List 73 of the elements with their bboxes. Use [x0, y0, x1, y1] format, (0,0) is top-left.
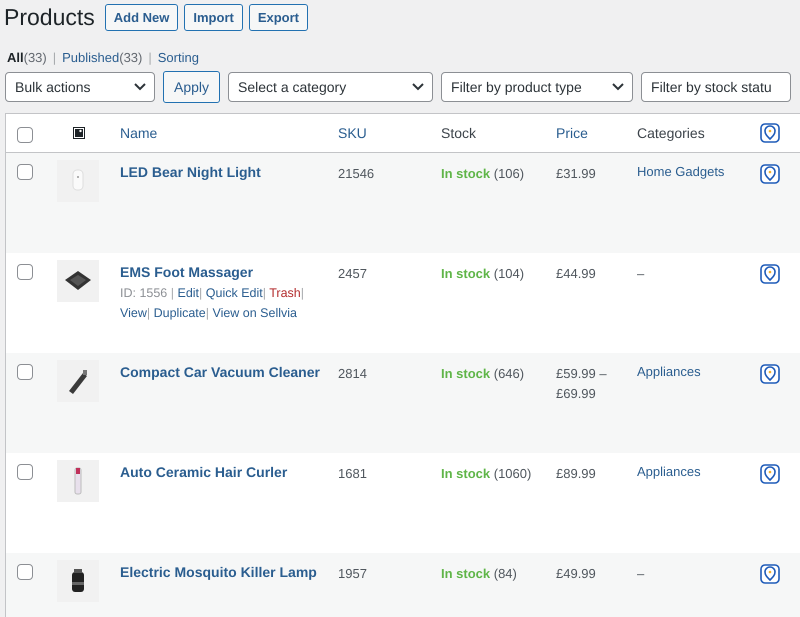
pin-icon[interactable]	[760, 564, 780, 584]
separator: |	[199, 286, 202, 300]
price-text: £31.99	[556, 165, 596, 183]
categories-column-header: Categories	[637, 125, 705, 141]
price-text: £59.99 – £69.99	[556, 365, 608, 403]
view-filter-link[interactable]: Sorting	[158, 50, 199, 64]
chevron-down-icon	[412, 83, 424, 91]
pin-icon[interactable]	[760, 164, 780, 184]
view-filter-link[interactable]: Published(33)	[62, 50, 142, 64]
row-action-link[interactable]: View on Sellvia	[212, 306, 298, 320]
bulk-actions-dropdown[interactable]: Bulk actions	[5, 72, 155, 102]
category-link[interactable]: Appliances	[637, 364, 701, 379]
separator: |	[262, 286, 266, 300]
filter-dropdown[interactable]: Select a category	[228, 72, 434, 102]
name-column-header[interactable]: Name	[120, 125, 158, 141]
product-id: ID: 1556	[120, 286, 168, 300]
row-checkbox[interactable]	[17, 564, 33, 580]
page-title: Products	[4, 4, 95, 30]
row-checkbox[interactable]	[17, 464, 33, 480]
empty-category-dash: –	[637, 565, 644, 583]
stock-status-text: In stock (84)	[441, 565, 517, 583]
sku-text: 1957	[338, 565, 367, 583]
stock-status-text: In stock (106)	[441, 165, 524, 183]
header-button[interactable]: Add New	[104, 4, 178, 30]
row-action-link[interactable]: Quick Edit	[206, 286, 263, 300]
image-icon	[73, 127, 85, 139]
view-filter-link[interactable]: All(33)	[7, 50, 47, 64]
row-checkbox[interactable]	[17, 264, 33, 280]
price-text: £44.99	[556, 265, 596, 283]
price-text: £49.99	[556, 565, 596, 583]
chevron-down-icon	[134, 83, 146, 91]
sku-text: 2457	[338, 265, 367, 283]
price-text: £89.99	[556, 465, 596, 483]
stock-status-text: In stock (1060)	[441, 465, 532, 483]
empty-category-dash: –	[637, 265, 644, 283]
sku-text: 21546	[338, 165, 374, 183]
pin-icon[interactable]	[760, 264, 780, 284]
product-name-link[interactable]: EMS Foot Massager	[120, 264, 254, 280]
row-checkbox[interactable]	[17, 364, 33, 380]
product-name-link[interactable]: LED Bear Night Light	[120, 164, 261, 180]
apply-button[interactable]: Apply	[163, 71, 220, 103]
header-button[interactable]: Export	[248, 4, 308, 30]
row-action-link[interactable]: Duplicate	[154, 306, 206, 320]
separator: |	[146, 306, 150, 320]
product-name-link[interactable]: Auto Ceramic Hair Curler	[120, 464, 288, 480]
pin-icon[interactable]	[760, 464, 780, 484]
stock-status-text: In stock (646)	[441, 365, 524, 383]
chevron-down-icon	[612, 83, 624, 91]
header-button[interactable]: Import	[184, 4, 243, 30]
pin-icon[interactable]	[760, 364, 780, 384]
product-name-link[interactable]: Electric Mosquito Killer Lamp	[120, 564, 317, 580]
separator: |	[148, 50, 152, 64]
separator: |	[300, 286, 304, 300]
separator: |	[170, 286, 174, 300]
row-action-link[interactable]: Edit	[177, 286, 200, 300]
select-all-checkbox[interactable]	[17, 127, 33, 143]
stock-status-text: In stock (104)	[441, 265, 524, 283]
row-action-link[interactable]: Trash	[269, 286, 301, 300]
sku-text: 2814	[338, 365, 367, 383]
category-link[interactable]: Appliances	[637, 464, 701, 479]
separator: |	[206, 306, 209, 320]
row-action-link[interactable]: View	[120, 306, 147, 320]
category-link[interactable]: Home Gadgets	[637, 164, 724, 179]
price-column-header[interactable]: Price	[556, 125, 588, 141]
row-checkbox[interactable]	[17, 164, 33, 180]
sku-text: 1681	[338, 465, 367, 483]
stock-column-header: Stock	[441, 125, 476, 141]
separator: |	[52, 50, 56, 64]
filter-dropdown[interactable]: Filter by stock statu	[641, 72, 792, 102]
filter-dropdown[interactable]: Filter by product type	[441, 72, 634, 102]
product-name-link[interactable]: Compact Car Vacuum Cleaner	[120, 364, 320, 380]
sku-column-header[interactable]: SKU	[338, 125, 367, 141]
pin-icon	[760, 123, 780, 143]
